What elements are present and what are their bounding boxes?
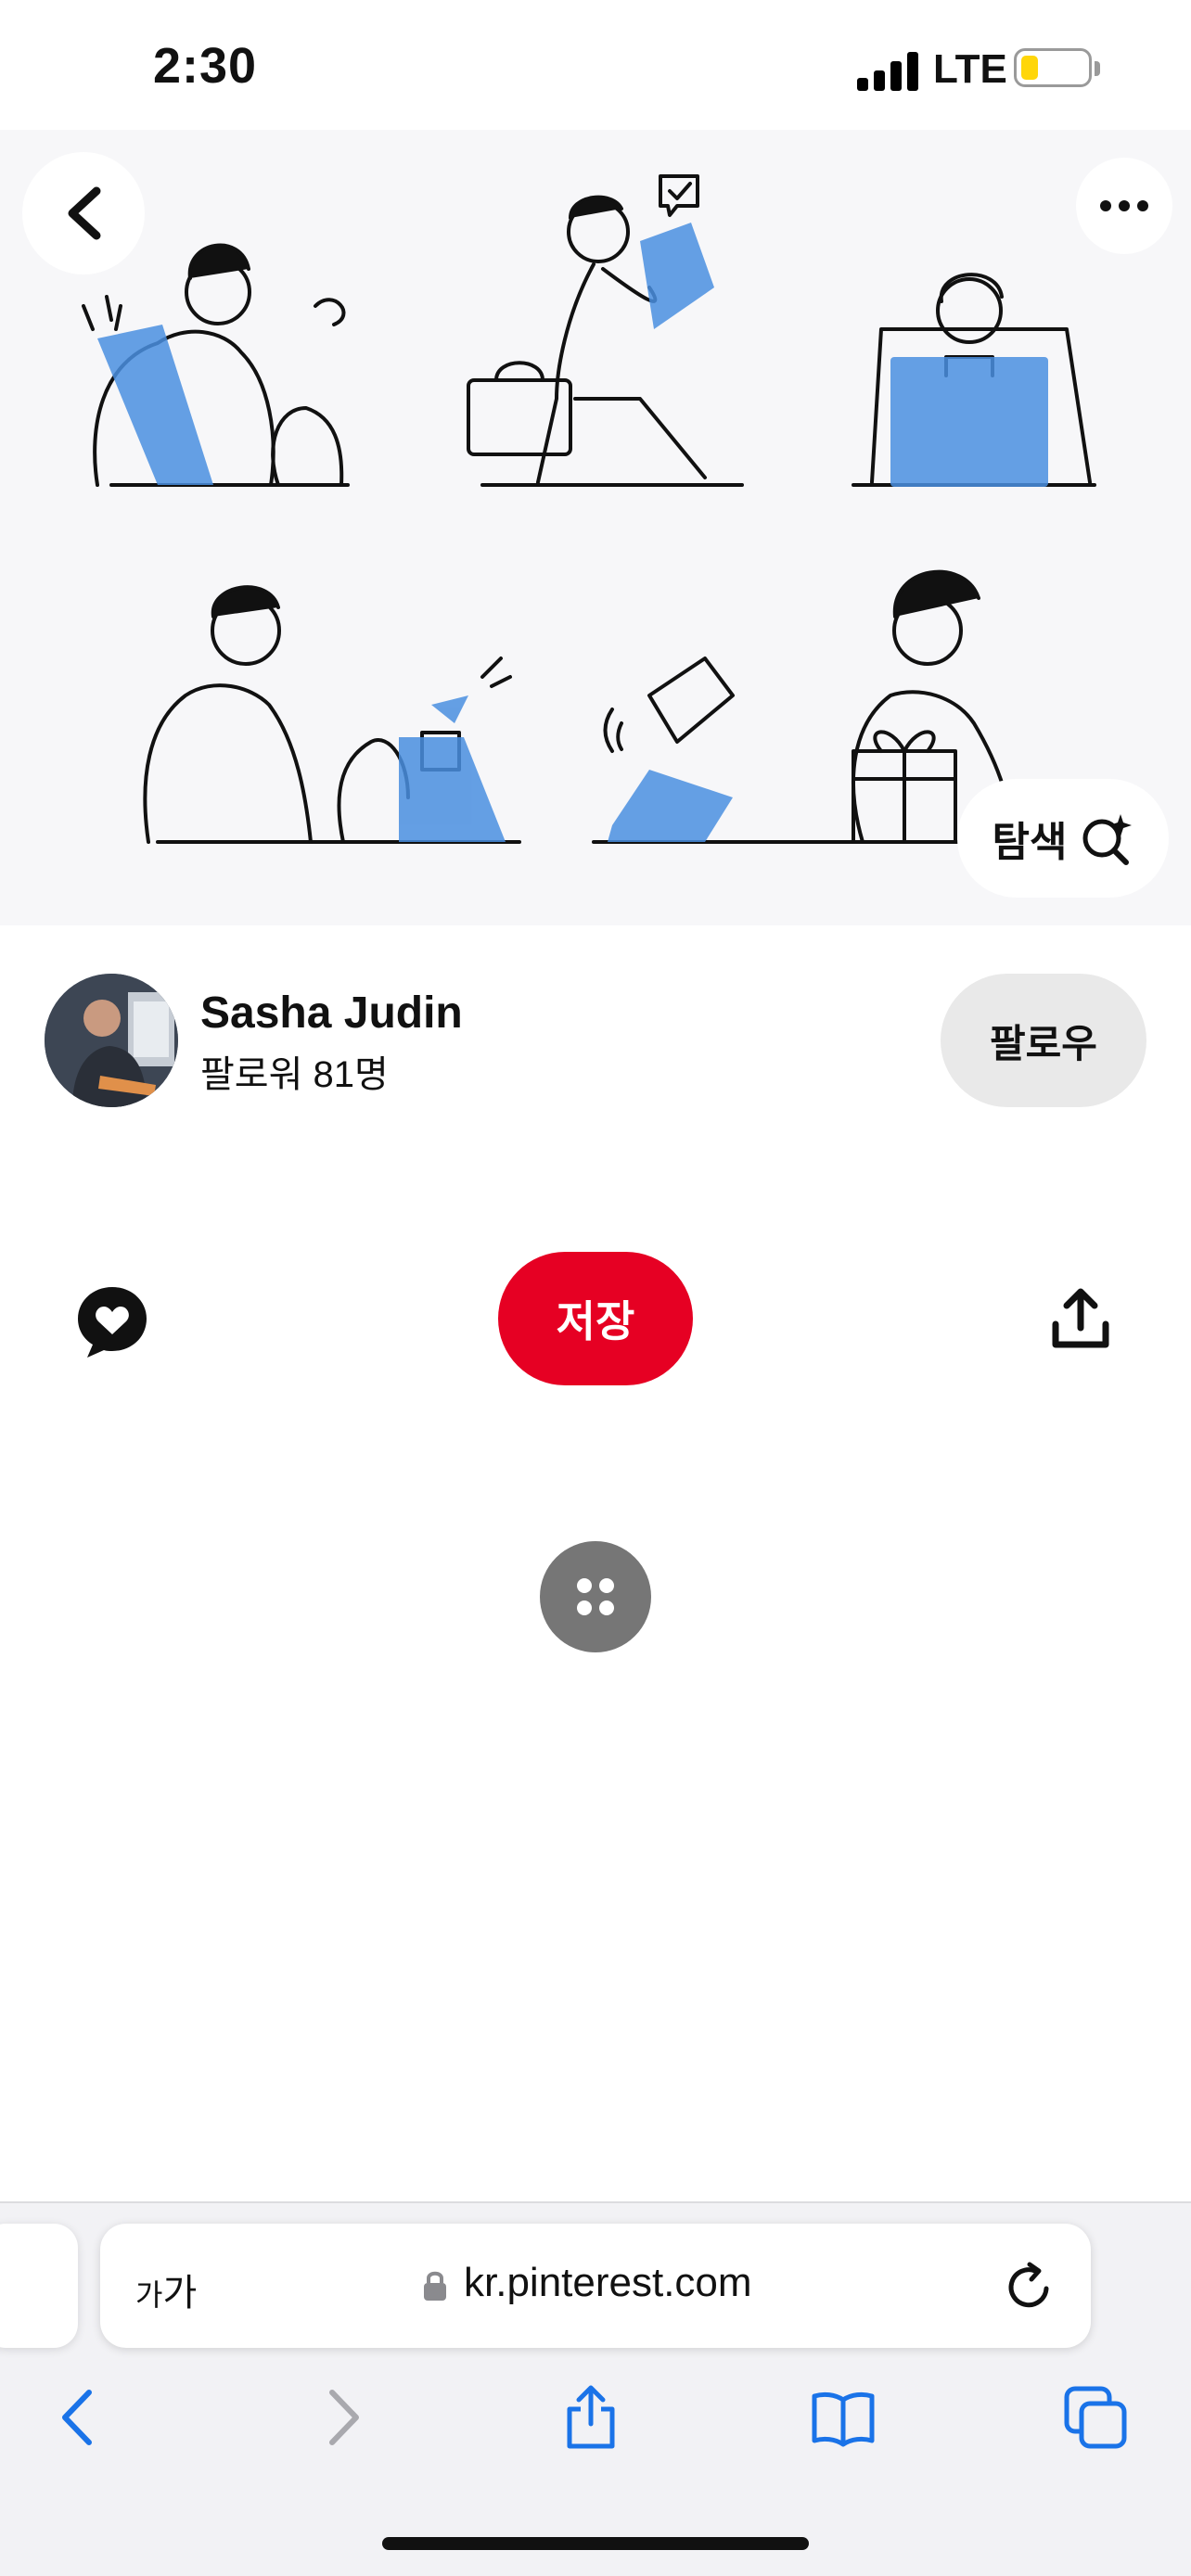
back-button[interactable] <box>22 152 145 274</box>
open-book-icon <box>812 2391 875 2447</box>
avatar[interactable] <box>45 974 178 1107</box>
more-ideas-button[interactable] <box>540 1541 651 1652</box>
chevron-left-icon <box>68 186 101 240</box>
browser-share-button[interactable] <box>558 2385 623 2450</box>
explore-label: 탐색 <box>992 820 1068 865</box>
share-upload-icon <box>1052 1288 1109 1348</box>
browser-back-button[interactable] <box>48 2385 113 2450</box>
follower-count: 팔로워 81명 <box>200 1054 389 1095</box>
sparkle-search-icon <box>1082 814 1133 865</box>
heart-speech-bubble-icon <box>78 1287 147 1358</box>
share-icon <box>567 2385 615 2449</box>
explore-button[interactable]: 탐색 <box>957 779 1169 898</box>
four-dots-icon <box>577 1578 614 1615</box>
cellular-signal-icon <box>857 50 922 91</box>
ellipsis-icon <box>1100 200 1148 211</box>
battery-tip <box>1095 61 1100 76</box>
battery-low-icon <box>1014 48 1092 87</box>
status-time: 2:30 <box>153 38 258 94</box>
text-size-large: 가 <box>162 2273 198 2314</box>
text-size-button[interactable]: 가가 <box>135 2263 197 2316</box>
comment-reaction-button[interactable] <box>74 1283 150 1359</box>
tabs-icon <box>1064 2386 1127 2449</box>
chevron-right-icon <box>329 2390 359 2445</box>
share-button[interactable] <box>1048 1287 1113 1352</box>
save-button[interactable]: 저장 <box>498 1252 693 1385</box>
lock-icon <box>423 2270 447 2302</box>
chevron-left-icon <box>62 2390 92 2445</box>
url-text[interactable]: kr.pinterest.com <box>464 2260 752 2306</box>
bookmarks-button[interactable] <box>811 2385 876 2450</box>
follow-button[interactable]: 팔로우 <box>941 974 1146 1107</box>
avatar-photo <box>45 974 178 1107</box>
home-indicator[interactable] <box>382 2537 809 2550</box>
network-type: LTE <box>933 46 1007 92</box>
tabs-button[interactable] <box>1063 2385 1128 2450</box>
previous-tab-card[interactable] <box>0 2224 78 2348</box>
reload-icon[interactable] <box>1004 2261 1056 2313</box>
browser-forward-button[interactable] <box>308 2385 373 2450</box>
creator-name[interactable]: Sasha Judin <box>200 988 463 1039</box>
text-size-small: 가 <box>135 2278 163 2312</box>
more-options-button[interactable] <box>1076 158 1172 254</box>
